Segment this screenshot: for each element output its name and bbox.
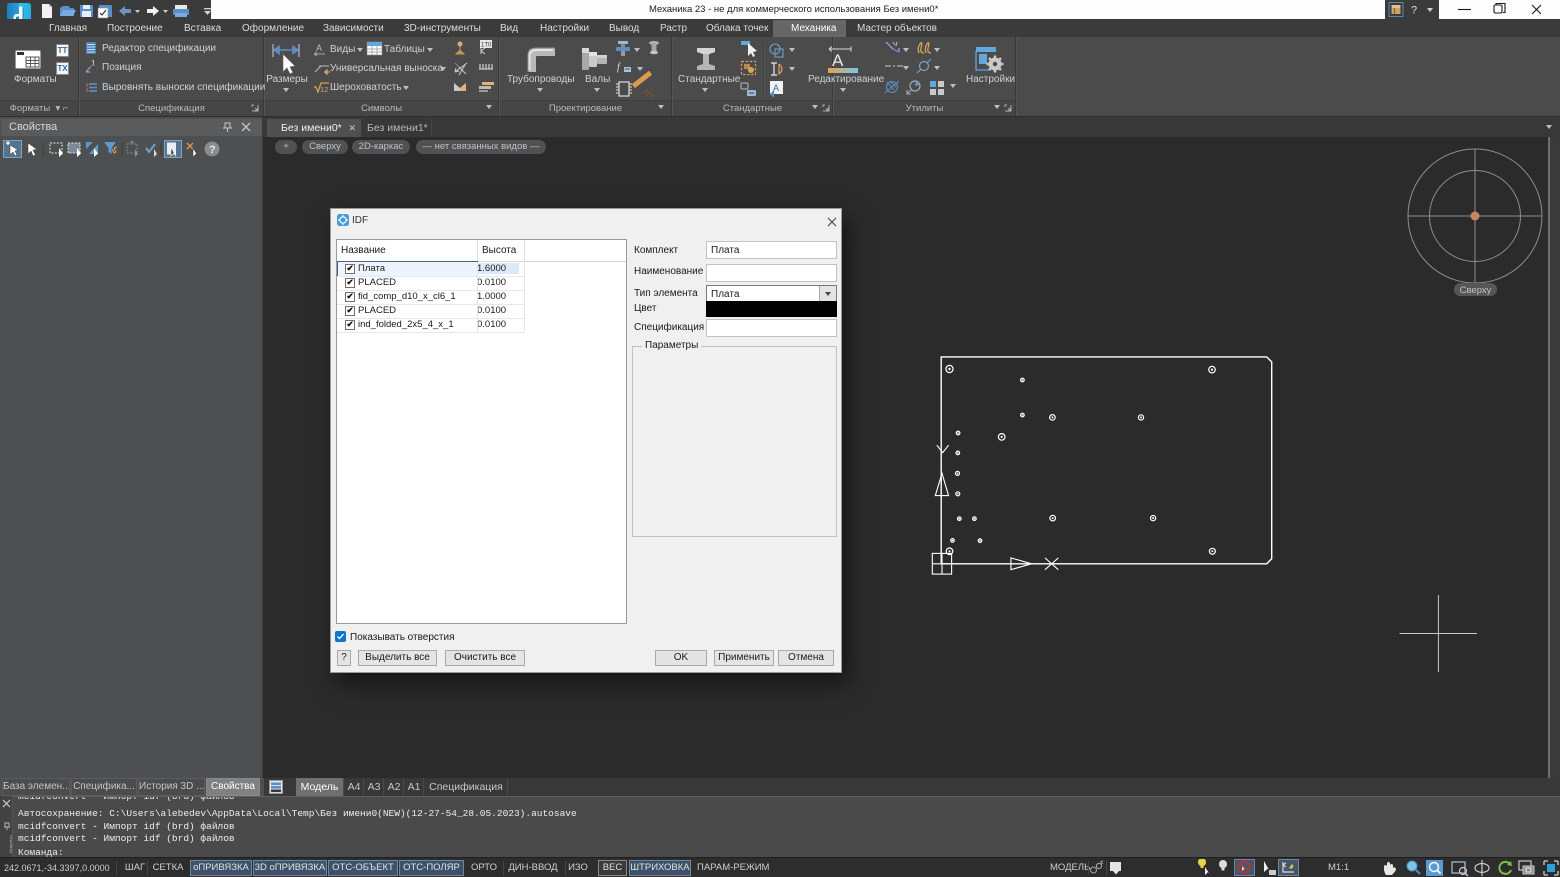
svg-text:f: f	[617, 62, 621, 73]
svg-text:1: 1	[91, 59, 96, 68]
svg-text:12: 12	[320, 85, 328, 93]
svg-text:Сверху: Сверху	[1460, 285, 1492, 296]
svg-text:A: A	[832, 51, 844, 70]
svg-text:A: A	[316, 43, 322, 53]
svg-text:?: ?	[1411, 5, 1417, 17]
svg-text:1T0: 1T0	[481, 43, 492, 49]
svg-text:?: ?	[209, 144, 216, 156]
svg-text:Кома: Кома	[8, 835, 12, 854]
